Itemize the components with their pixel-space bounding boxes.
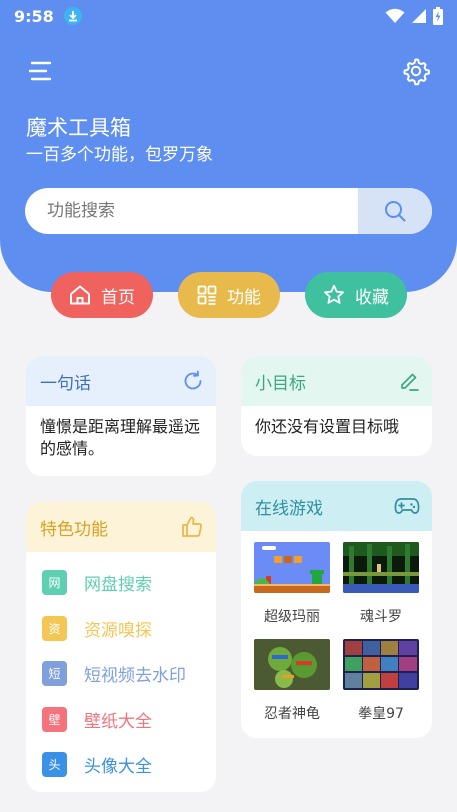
feature-label: 短视频去水印: [84, 666, 186, 687]
goal-card[interactable]: 小目标 你还没有设置目标哦: [241, 356, 432, 456]
game-item-super-mario[interactable]: 超级玛丽: [254, 542, 330, 639]
menu-button[interactable]: [26, 56, 56, 86]
features-list: 网 网盘搜索 资 资源嗅探 短 短视频去水印 壁 壁纸大全 头 头像大全: [26, 552, 216, 788]
games-card-header: 在线游戏: [241, 481, 432, 531]
game-thumbnail: [254, 542, 330, 593]
gamepad-icon: [394, 498, 420, 514]
search-input[interactable]: [25, 188, 358, 234]
game-name: 魂斗罗: [360, 609, 402, 625]
status-time: 9:58: [14, 6, 54, 26]
menu-icon: [28, 61, 52, 81]
goal-card-header: 小目标: [241, 356, 432, 406]
feature-badge: 壁: [42, 706, 67, 732]
feature-item-resource-sniff[interactable]: 资 资源嗅探: [26, 606, 216, 652]
signal-icon: [412, 9, 426, 23]
game-thumbnail: [254, 639, 330, 690]
game-name: 拳皇97: [358, 706, 404, 722]
features-card-title: 特色功能: [40, 519, 108, 540]
gear-icon: [403, 58, 430, 86]
wifi-icon: [385, 8, 405, 23]
search-button[interactable]: [358, 188, 432, 234]
grid-icon: [197, 285, 217, 305]
quote-text: 憧憬是距离理解最遥远的感情。: [40, 417, 201, 458]
features-card-header: 特色功能: [26, 502, 216, 552]
app-title: 魔术工具箱: [26, 116, 131, 140]
goal-card-title: 小目标: [255, 373, 306, 394]
game-name: 超级玛丽: [264, 609, 320, 625]
feature-label: 壁纸大全: [84, 711, 152, 732]
nav-home-label: 首页: [101, 287, 135, 308]
games-card: 在线游戏 超级玛丽 魂斗罗 忍者神龟 拳皇97: [241, 481, 432, 738]
search-icon: [385, 201, 406, 222]
features-card: 特色功能 网 网盘搜索 资 资源嗅探 短 短视频去水印 壁 壁纸大全 头 头像大…: [26, 502, 216, 792]
quote-card-header: 一句话: [26, 356, 216, 406]
feature-label: 网盘搜索: [84, 575, 152, 596]
game-item-ninja-turtles[interactable]: 忍者神龟: [254, 639, 330, 736]
feature-label: 资源嗅探: [84, 620, 152, 641]
nav-home-button[interactable]: 首页: [51, 272, 153, 318]
feature-badge: 资: [42, 615, 67, 641]
game-name: 忍者神龟: [264, 706, 320, 722]
thumbs-up-icon: [182, 516, 202, 537]
feature-item-watermark-remove[interactable]: 短 短视频去水印: [26, 651, 216, 697]
settings-button[interactable]: [401, 56, 431, 86]
feature-badge: 短: [42, 661, 67, 687]
game-item-kof97[interactable]: 拳皇97: [343, 639, 419, 736]
feature-badge: 头: [42, 752, 67, 778]
edit-icon[interactable]: [398, 370, 420, 392]
quote-card-title: 一句话: [40, 373, 91, 394]
goal-text: 你还没有设置目标哦: [255, 417, 400, 436]
quote-card: 一句话 憧憬是距离理解最遥远的感情。: [26, 356, 216, 476]
download-icon: [63, 7, 82, 25]
game-thumbnail: [343, 639, 419, 690]
refresh-icon[interactable]: [182, 370, 204, 392]
feature-item-wallpapers[interactable]: 壁 壁纸大全: [26, 697, 216, 743]
game-thumbnail: [343, 542, 419, 593]
app-subtitle: 一百多个功能，包罗万象: [26, 145, 213, 165]
status-bar: 9:58: [0, 0, 457, 32]
games-grid: 超级玛丽 魂斗罗 忍者神龟 拳皇97: [241, 531, 432, 736]
nav-favorites-button[interactable]: 收藏: [305, 272, 407, 318]
feature-label: 头像大全: [84, 757, 152, 778]
feature-item-netdisk-search[interactable]: 网 网盘搜索: [26, 560, 216, 606]
status-icons: [385, 7, 443, 25]
star-icon: [324, 284, 344, 304]
nav-favorites-label: 收藏: [355, 287, 389, 308]
games-card-title: 在线游戏: [255, 498, 323, 519]
nav-function-label: 功能: [227, 287, 261, 308]
feature-badge: 网: [42, 570, 67, 596]
game-item-contra[interactable]: 魂斗罗: [343, 542, 419, 639]
nav-function-button[interactable]: 功能: [178, 272, 280, 318]
search-bar: [25, 188, 432, 234]
battery-charging-icon: [433, 7, 443, 25]
home-icon: [70, 285, 90, 305]
feature-item-avatars[interactable]: 头 头像大全: [26, 742, 216, 788]
